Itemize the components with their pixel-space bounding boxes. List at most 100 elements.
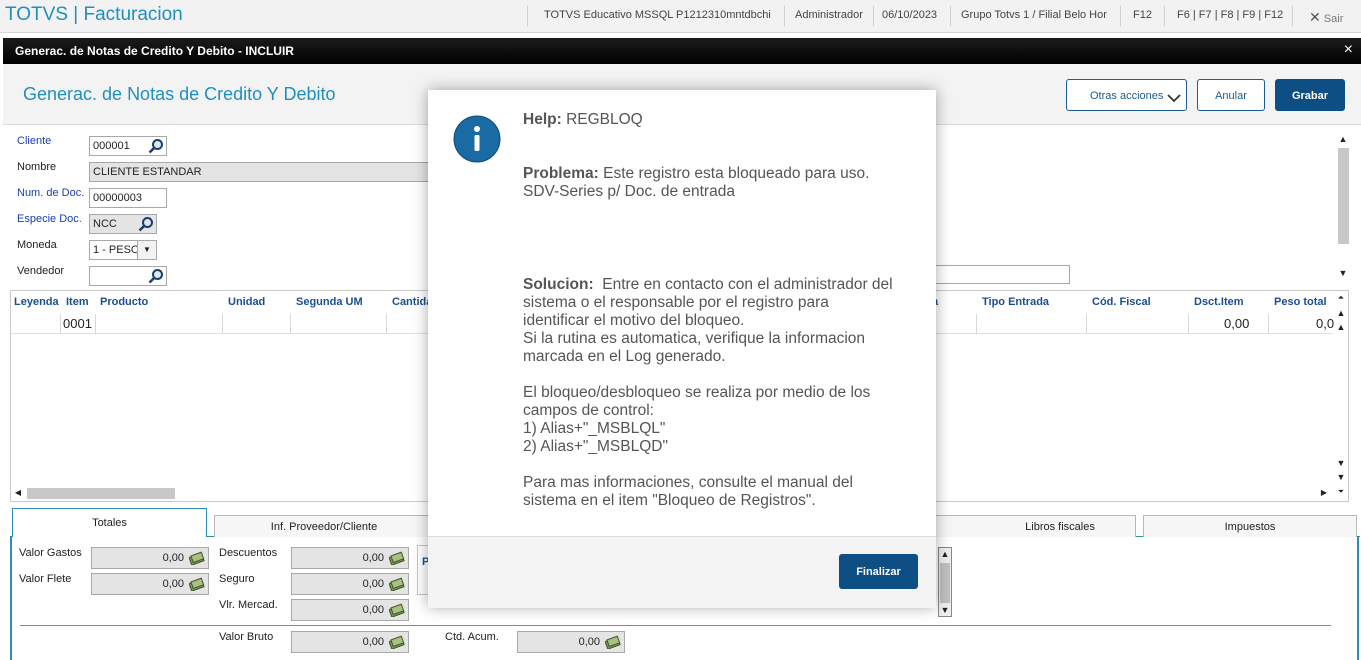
environment-label[interactable]: TOTVS Educativo MSSQL P1212310mntdbchi — [544, 9, 771, 21]
tab-totales[interactable]: Totales — [12, 508, 207, 537]
money-icon[interactable] — [389, 551, 405, 565]
user-label[interactable]: Administrador — [795, 9, 863, 21]
vlr-mercad-label: Vlr. Mercad. — [219, 599, 278, 611]
scroll-up-icon[interactable]: ▲ — [1336, 308, 1346, 318]
search-icon[interactable] — [148, 138, 164, 154]
date-label[interactable]: 06/10/2023 — [882, 9, 937, 21]
f12-shortcut[interactable]: F12 — [1133, 9, 1152, 21]
scroll-top-icon[interactable]: ⏶ — [1336, 293, 1346, 303]
exit-label: Sair — [1323, 13, 1344, 25]
tab-inf-proveedor[interactable]: Inf. Proveedor/Cliente — [214, 515, 434, 537]
app-title: TOTVS | Facturacion — [5, 4, 183, 25]
dialog-footer: Finalizar — [428, 536, 936, 608]
valor-bruto-field[interactable]: 0,00 — [291, 631, 409, 653]
valor-gastos-field[interactable]: 0,00 — [91, 547, 209, 569]
info-icon — [453, 115, 501, 163]
form-field-partial[interactable] — [936, 265, 1070, 284]
descuentos-value: 0,00 — [362, 552, 384, 564]
scroll-bottom-icon[interactable]: ⏷ — [1336, 487, 1346, 497]
money-icon[interactable] — [389, 603, 405, 617]
top-bar: TOTVS | Facturacion TOTVS Educativo MSSQ… — [0, 0, 1361, 33]
col-unidad[interactable]: Unidad — [228, 296, 265, 308]
valor-flete-field[interactable]: 0,00 — [91, 573, 209, 595]
col-segunda-um[interactable]: Segunda UM — [296, 296, 363, 308]
solution-line-3: identificar el motivo del bloqueo. — [523, 312, 745, 329]
dropdown-arrow-icon[interactable]: ▼ — [137, 241, 156, 259]
topbar-separator — [1164, 6, 1165, 26]
money-icon[interactable] — [189, 551, 205, 565]
cliente-value: 000001 — [93, 140, 130, 152]
block-line-1: El bloqueo/desbloqueo se realiza por med… — [523, 384, 871, 401]
especie-label: Especie Doc. — [17, 213, 82, 225]
vendedor-field[interactable] — [89, 266, 167, 286]
ctd-acum-value: 0,00 — [578, 636, 600, 648]
cancel-button[interactable]: Anular — [1197, 79, 1265, 111]
scroll-up-icon[interactable]: ▲ — [1336, 322, 1346, 332]
num-doc-field[interactable]: 00000003 — [89, 188, 167, 208]
cell-divider — [1268, 314, 1269, 333]
especie-field[interactable]: NCC — [89, 214, 157, 234]
hscroll-thumb[interactable] — [27, 488, 175, 499]
col-peso-total[interactable]: Peso total — [1274, 296, 1327, 308]
scroll-left-icon[interactable]: ◀ — [13, 488, 23, 498]
money-icon[interactable] — [189, 577, 205, 591]
window-close-icon[interactable]: × — [1344, 41, 1353, 59]
scroll-down-icon[interactable]: ▼ — [940, 605, 950, 615]
col-cod-fiscal[interactable]: Cód. Fiscal — [1092, 296, 1151, 308]
col-cantidad[interactable]: Cantida — [392, 296, 432, 308]
descuentos-field[interactable]: 0,00 — [291, 547, 409, 569]
other-actions-button[interactable]: Otras acciones — [1066, 79, 1187, 111]
shortcuts-label[interactable]: F6 | F7 | F8 | F9 | F12 — [1177, 9, 1283, 21]
vlr-mercad-value: 0,00 — [362, 604, 384, 616]
scroll-down-icon[interactable]: ▼ — [1336, 458, 1346, 468]
valor-flete-value: 0,00 — [162, 578, 184, 590]
cell-divider — [386, 314, 387, 333]
seguro-field[interactable]: 0,00 — [291, 573, 409, 595]
finish-button[interactable]: Finalizar — [839, 554, 918, 589]
branch-label[interactable]: Grupo Totvs 1 / Filial Belo Hor — [961, 9, 1107, 21]
grid-vscroll[interactable]: ⏶ ▲ ▲ ▼ ▼ ⏷ — [1334, 291, 1348, 501]
tab-libros-fiscales[interactable]: Libros fiscales — [904, 515, 1136, 537]
money-icon[interactable] — [389, 635, 405, 649]
search-icon[interactable] — [148, 268, 164, 284]
inner-panel-scrollbar[interactable]: ▲ ▼ — [936, 545, 956, 618]
cliente-field[interactable]: 000001 — [89, 136, 167, 156]
row-dsct: 0,00 — [1224, 316, 1250, 331]
moneda-select[interactable]: 1 - PESO ▼ — [89, 240, 157, 260]
cell-divider — [290, 314, 291, 333]
col-dsct-item[interactable]: Dsct.Item — [1194, 296, 1244, 308]
moneda-label: Moneda — [17, 239, 57, 251]
vendedor-label: Vendedor — [17, 265, 65, 277]
money-icon[interactable] — [389, 577, 405, 591]
col-producto[interactable]: Producto — [100, 296, 148, 308]
problem-line-1: Problema: Este registro esta bloqueado p… — [523, 165, 869, 183]
ctd-acum-field[interactable]: 0,00 — [517, 631, 625, 653]
problem-text: Este registro esta bloqueado para uso. — [603, 165, 870, 182]
scroll-down-icon[interactable]: ▼ — [1336, 472, 1346, 482]
tab-impuestos[interactable]: Impuestos — [1143, 515, 1357, 537]
col-item[interactable]: Item — [66, 296, 89, 308]
cell-divider — [1086, 314, 1087, 333]
row-peso: 0,0 — [1316, 316, 1335, 331]
scroll-down-icon[interactable]: ▼ — [1338, 268, 1348, 278]
exit-button[interactable]: ✕ Sair — [1309, 9, 1343, 26]
vlr-mercad-field[interactable]: 0,00 — [291, 599, 409, 621]
solution-line-1: Solucion: Entre en contacto con el admin… — [523, 276, 893, 294]
col-tipo-entrada[interactable]: Tipo Entrada — [982, 296, 1049, 308]
scroll-thumb[interactable] — [1338, 148, 1349, 244]
money-icon[interactable] — [605, 635, 621, 649]
window-title: Generac. de Notas de Credito Y Debito - … — [15, 44, 294, 58]
problem-line-2: SDV-Series p/ Doc. de entrada — [523, 183, 735, 200]
help-dialog: Help: REGBLOQ Problema: Este registro es… — [428, 90, 936, 608]
save-button[interactable]: Grabar — [1275, 79, 1345, 111]
form-scrollbar[interactable]: ▲ ▼ — [1336, 130, 1351, 282]
scroll-up-icon[interactable]: ▲ — [1338, 134, 1348, 144]
scroll-thumb[interactable] — [940, 563, 950, 603]
col-leyenda[interactable]: Leyenda — [14, 296, 59, 308]
topbar-separator — [873, 6, 874, 26]
nombre-field[interactable]: CLIENTE ESTANDAR — [89, 162, 439, 182]
search-icon[interactable] — [138, 216, 154, 232]
scroll-track[interactable]: ▲ ▼ — [938, 547, 952, 617]
scroll-right-icon[interactable]: ▶ — [1319, 488, 1329, 498]
scroll-up-icon[interactable]: ▲ — [940, 549, 950, 559]
